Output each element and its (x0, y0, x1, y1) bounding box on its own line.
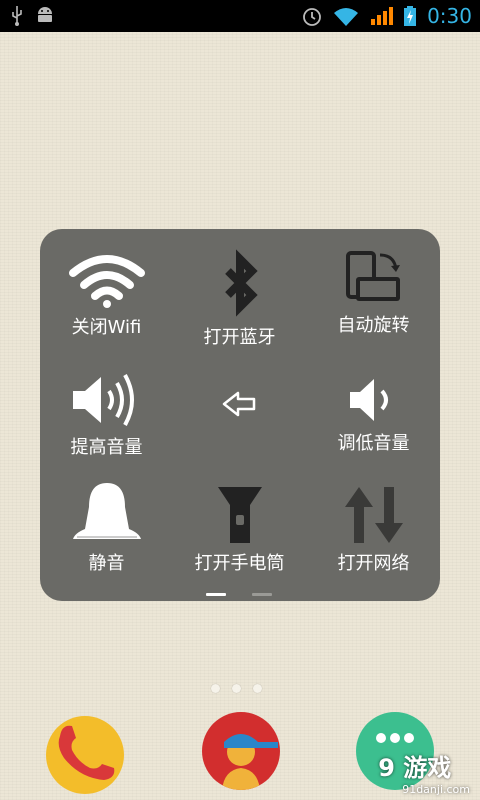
status-bar: 0:30 (0, 0, 480, 32)
back-arrow-icon (222, 391, 255, 417)
tile-label: 打开网络 (337, 553, 410, 574)
volume-up-icon (72, 374, 134, 426)
page-indicator[interactable] (252, 593, 272, 596)
tile-volume-down[interactable]: 调低音量 (307, 375, 440, 455)
tile-volume-up[interactable]: 提高音量 (40, 371, 173, 459)
home-page-dots (211, 684, 262, 693)
tile-wifi[interactable]: 关闭Wifi (40, 251, 173, 339)
phone-handset-icon (58, 725, 115, 780)
battery-icon (404, 6, 417, 26)
page-dot[interactable] (253, 684, 262, 693)
tile-label: 自动旋转 (337, 315, 410, 336)
quick-settings-panel: 关闭Wifi 打开蓝牙 自动旋转 提高音量 调低音量 静音 打开手电筒 打开网络 (40, 229, 440, 601)
phone-app-icon[interactable] (46, 716, 124, 794)
data-network-icon (344, 487, 403, 543)
signal-icon (371, 7, 394, 25)
wifi-icon (334, 8, 359, 26)
page-dot[interactable] (232, 684, 241, 693)
watermark-url: 91danji.com (402, 783, 470, 796)
person-icon (222, 734, 278, 790)
page-dot[interactable] (211, 684, 220, 693)
bluetooth-icon (224, 249, 258, 317)
tile-bluetooth[interactable]: 打开蓝牙 (173, 249, 306, 349)
usb-icon (12, 6, 22, 26)
flashlight-icon (217, 487, 262, 543)
android-icon (38, 7, 52, 22)
contacts-app-icon[interactable] (202, 712, 280, 790)
bell-icon (72, 483, 141, 539)
tile-mobile-data[interactable]: 打开网络 (307, 485, 440, 575)
tile-auto-rotate[interactable]: 自动旋转 (307, 249, 440, 337)
alarm-icon (303, 8, 321, 26)
page-indicator-active[interactable] (206, 593, 226, 596)
watermark-logo: 9 游戏 (378, 754, 452, 782)
tile-label: 打开蓝牙 (203, 327, 276, 348)
tile-label: 调低音量 (337, 433, 410, 454)
wifi-icon (68, 255, 145, 308)
clock-time: 0:30 (427, 4, 472, 28)
tile-back[interactable] (173, 389, 306, 423)
tile-mute[interactable]: 静音 (40, 481, 173, 575)
tile-flashlight[interactable]: 打开手电筒 (173, 485, 306, 575)
volume-down-icon (349, 379, 388, 421)
tile-label: 提高音量 (70, 437, 143, 458)
tile-label: 静音 (88, 553, 125, 574)
tile-label: 关闭Wifi (71, 317, 142, 338)
tile-label: 打开手电筒 (194, 553, 285, 574)
rotate-icon (345, 251, 400, 301)
watermark: 9 游戏 91danji.com (378, 748, 470, 796)
